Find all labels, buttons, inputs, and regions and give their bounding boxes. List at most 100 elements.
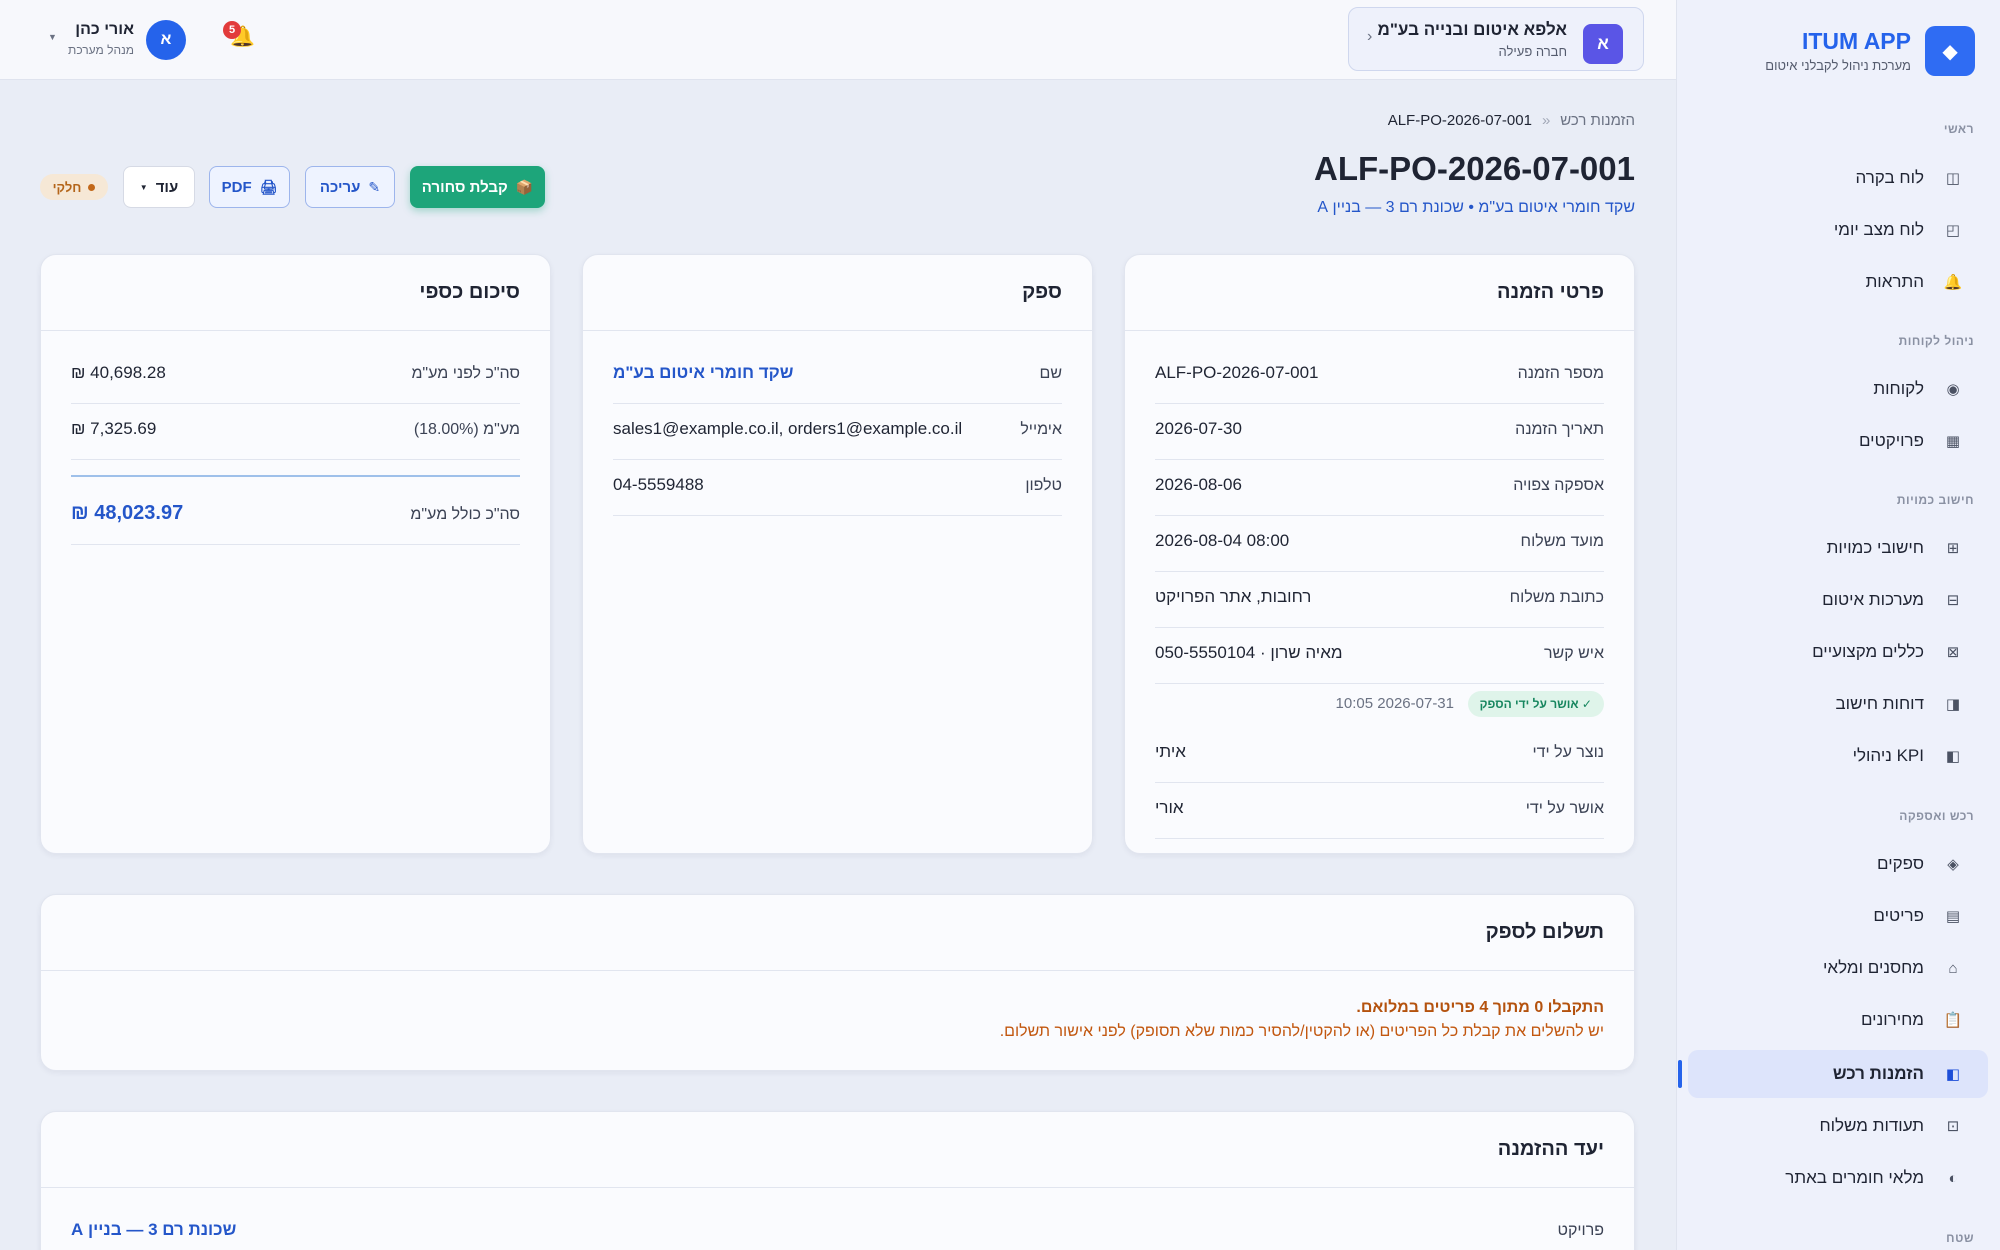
breadcrumb: הזמנות רכש « ALF-PO-2026-07-001 bbox=[1388, 112, 1635, 129]
sidebar-item-label: דוחות חישוב bbox=[1835, 694, 1924, 713]
detail-label: איש קשר bbox=[1544, 645, 1604, 662]
summary-label: מע"מ (18.00%) bbox=[413, 421, 520, 438]
file-icon: 🖨 bbox=[259, 178, 278, 195]
supplier-payment-card: תשלום לספק התקבלו 0 מתוך 4 פריטים במלואם… bbox=[40, 894, 1635, 1071]
sidebar-item-label: חישובי כמויות bbox=[1826, 538, 1924, 557]
summary-value: ₪ 7,325.69 bbox=[71, 419, 157, 438]
warehouse-icon: ⌂ bbox=[1948, 959, 1958, 977]
sidebar-item-quantity-calcs[interactable]: ⊞ חישובי כמויות bbox=[1688, 524, 1988, 572]
notifications-badge: 5 bbox=[223, 21, 241, 39]
projects-icon: ▦ bbox=[1945, 433, 1961, 450]
payment-warning-title: התקבלו 0 מתוך 4 פריטים במלואם. bbox=[1356, 999, 1604, 1016]
supplier-card: ספק שם שקד חומרי איטום בע"מ אימייל sales… bbox=[582, 254, 1093, 854]
detail-value: ALF-PO-2026-07-001 bbox=[1155, 363, 1319, 382]
list-icon: ▤ bbox=[1945, 908, 1961, 925]
card-title: ספק bbox=[583, 255, 1092, 331]
sidebar-item-daily-status[interactable]: ◰ לוח מצב יומי bbox=[1688, 206, 1988, 254]
destination-project-link[interactable]: שכונת רם 3 — בניין A bbox=[71, 1220, 236, 1240]
daily-board-icon: ◰ bbox=[1945, 222, 1961, 239]
chevron-left-icon: ‹ bbox=[1367, 28, 1373, 45]
sidebar-item-projects[interactable]: ▦ פרויקטים bbox=[1688, 417, 1988, 465]
detail-row-created-by: נוצר על ידי איתי bbox=[1155, 727, 1604, 783]
edit-button[interactable]: ✎ עריכה bbox=[305, 166, 395, 208]
sidebar-item-label: כללים מקצועיים bbox=[1812, 642, 1924, 661]
detail-label: תאריך הזמנה bbox=[1515, 421, 1604, 438]
summary-divider bbox=[71, 475, 520, 477]
nav-section-quantities: חישוב כמויות bbox=[1896, 493, 1974, 507]
card-title: יעד ההזמנה bbox=[41, 1112, 1634, 1188]
supplier-approved-time: 2026-07-31 10:05 bbox=[1335, 695, 1454, 712]
detail-label: מספר הזמנה bbox=[1517, 365, 1604, 382]
status-badge: חלקי bbox=[40, 174, 108, 200]
supplier-name-link[interactable]: שקד חומרי איטום בע"מ bbox=[613, 363, 793, 383]
nav-section-field: שטח bbox=[1946, 1231, 1974, 1245]
sidebar-item-alerts[interactable]: 🔔 התראות bbox=[1688, 258, 1988, 306]
sidebar-item-delivery-notes[interactable]: ⊡ תעודות משלוח bbox=[1688, 1102, 1988, 1150]
receive-goods-button[interactable]: 📦 קבלת סחורה bbox=[410, 166, 545, 208]
sidebar-item-sealing-systems[interactable]: ⊟ מערכות איטום bbox=[1688, 576, 1988, 624]
topbar: א אלפא איטום ובנייה בע"מ חברה פעילה ‹ 🔔 … bbox=[0, 0, 1676, 80]
sidebar-item-items[interactable]: ▤ פריטים bbox=[1688, 892, 1988, 940]
page-subtitle[interactable]: שקד חומרי איטום בע"מ • שכונת רם 3 — בניי… bbox=[1317, 199, 1635, 217]
app-logo[interactable]: ◆ ITUM APP מערכת ניהול לקבלני איטום bbox=[1695, 26, 1975, 78]
sidebar-item-suppliers[interactable]: ◈ ספקים bbox=[1688, 840, 1988, 888]
sidebar-item-kpi[interactable]: ◧ KPI ניהולי bbox=[1688, 732, 1988, 780]
supplier-phone: 04-5559488 bbox=[613, 475, 704, 494]
sidebar-item-label: פריטים bbox=[1873, 906, 1924, 925]
more-button[interactable]: עוד ▼ bbox=[123, 166, 195, 208]
detail-row-shipping-address: כתובת משלוח רחובות, אתר הפרויקט bbox=[1155, 572, 1604, 628]
detail-value: אורי bbox=[1155, 798, 1184, 817]
supplier-label: אימייל bbox=[1020, 421, 1062, 438]
financial-summary-card: סיכום כספי סה"כ לפני מע"מ ₪ 40,698.28 מע… bbox=[40, 254, 551, 854]
detail-label: כתובת משלוח bbox=[1509, 589, 1604, 606]
half-circle-icon: ◐ bbox=[1948, 1169, 1958, 1187]
caret-down-icon: ▼ bbox=[139, 182, 148, 192]
sidebar-item-warehouses[interactable]: ⌂ מחסנים ומלאי bbox=[1688, 944, 1988, 992]
summary-value: ₪ 40,698.28 bbox=[71, 363, 166, 382]
detail-label: נוצר על ידי bbox=[1532, 744, 1604, 761]
sidebar-item-price-lists[interactable]: 📋 מחירונים bbox=[1688, 996, 1988, 1044]
nav-section-main: ראשי bbox=[1943, 122, 1974, 136]
supplier-label: טלפון bbox=[1025, 477, 1062, 494]
company-switcher[interactable]: א אלפא איטום ובנייה בע"מ חברה פעילה ‹ bbox=[1348, 7, 1644, 71]
sidebar-item-label: לוח בקרה bbox=[1855, 168, 1924, 187]
user-name[interactable]: אורי כהן bbox=[75, 21, 134, 39]
detail-value: 2026-08-06 bbox=[1155, 475, 1242, 494]
purchase-orders-icon: ◧ bbox=[1945, 1066, 1961, 1083]
sidebar-item-label: KPI ניהולי bbox=[1852, 746, 1924, 765]
sidebar-item-label: לקוחות bbox=[1873, 379, 1924, 398]
sidebar-item-dashboard[interactable]: ◫ לוח בקרה bbox=[1688, 154, 1988, 202]
detail-row-expected-delivery: אספקה צפויה 2026-08-06 bbox=[1155, 460, 1604, 516]
breadcrumb-parent[interactable]: הזמנות רכש bbox=[1560, 112, 1635, 129]
detail-value: מאיה שרון · 050-5550104 bbox=[1155, 643, 1343, 662]
user-avatar[interactable]: א bbox=[146, 20, 186, 60]
detail-row-order-number: מספר הזמנה ALF-PO-2026-07-001 bbox=[1155, 348, 1604, 404]
sidebar-item-site-stock[interactable]: ◐ מלאי חומרים באתר bbox=[1688, 1154, 1988, 1202]
company-avatar: א bbox=[1583, 24, 1623, 64]
sidebar-item-label: פרויקטים bbox=[1858, 431, 1924, 450]
logo-icon: ◆ bbox=[1925, 26, 1975, 76]
detail-row-shipping-time: מועד משלוח 2026-08-04 08:00 bbox=[1155, 516, 1604, 572]
sidebar-item-label: מערכות איטום bbox=[1822, 590, 1924, 609]
breadcrumb-current: ALF-PO-2026-07-001 bbox=[1387, 112, 1532, 129]
sidebar-item-purchase-orders[interactable]: ◧ הזמנות רכש bbox=[1678, 1050, 1988, 1098]
sidebar-item-professional-rules[interactable]: ⊠ כללים מקצועיים bbox=[1688, 628, 1988, 676]
kpi-icon: ◧ bbox=[1945, 748, 1961, 765]
bell-icon: 🔔 bbox=[1943, 274, 1963, 291]
sidebar-item-label: לוח מצב יומי bbox=[1833, 220, 1924, 239]
pdf-button[interactable]: 🖨 PDF bbox=[209, 166, 290, 208]
sidebar-item-calc-reports[interactable]: ◨ דוחות חישוב bbox=[1688, 680, 1988, 728]
clipboard-icon: 📋 bbox=[1943, 1012, 1963, 1029]
card-title: תשלום לספק bbox=[41, 895, 1634, 971]
destination-label: פרויקט bbox=[1557, 1222, 1605, 1239]
sidebar-item-label: מחסנים ומלאי bbox=[1823, 958, 1924, 977]
delivery-icon: ⊡ bbox=[1946, 1118, 1960, 1135]
supplier-row-email: אימייל sales1@example.co.il, orders1@exa… bbox=[613, 404, 1062, 460]
sidebar-item-customers[interactable]: ◉ לקוחות bbox=[1688, 365, 1988, 413]
caret-down-icon[interactable]: ▼ bbox=[48, 32, 57, 42]
summary-row-vat: מע"מ (18.00%) ₪ 7,325.69 bbox=[71, 404, 520, 460]
detail-value: רחובות, אתר הפרויקט bbox=[1155, 587, 1312, 606]
detail-label: אושר על ידי bbox=[1525, 800, 1604, 817]
supplier-approval-row: ✓ אושר על ידי הספק 2026-07-31 10:05 bbox=[1155, 685, 1604, 725]
detail-row-approved-by: אושר על ידי אורי bbox=[1155, 783, 1604, 839]
